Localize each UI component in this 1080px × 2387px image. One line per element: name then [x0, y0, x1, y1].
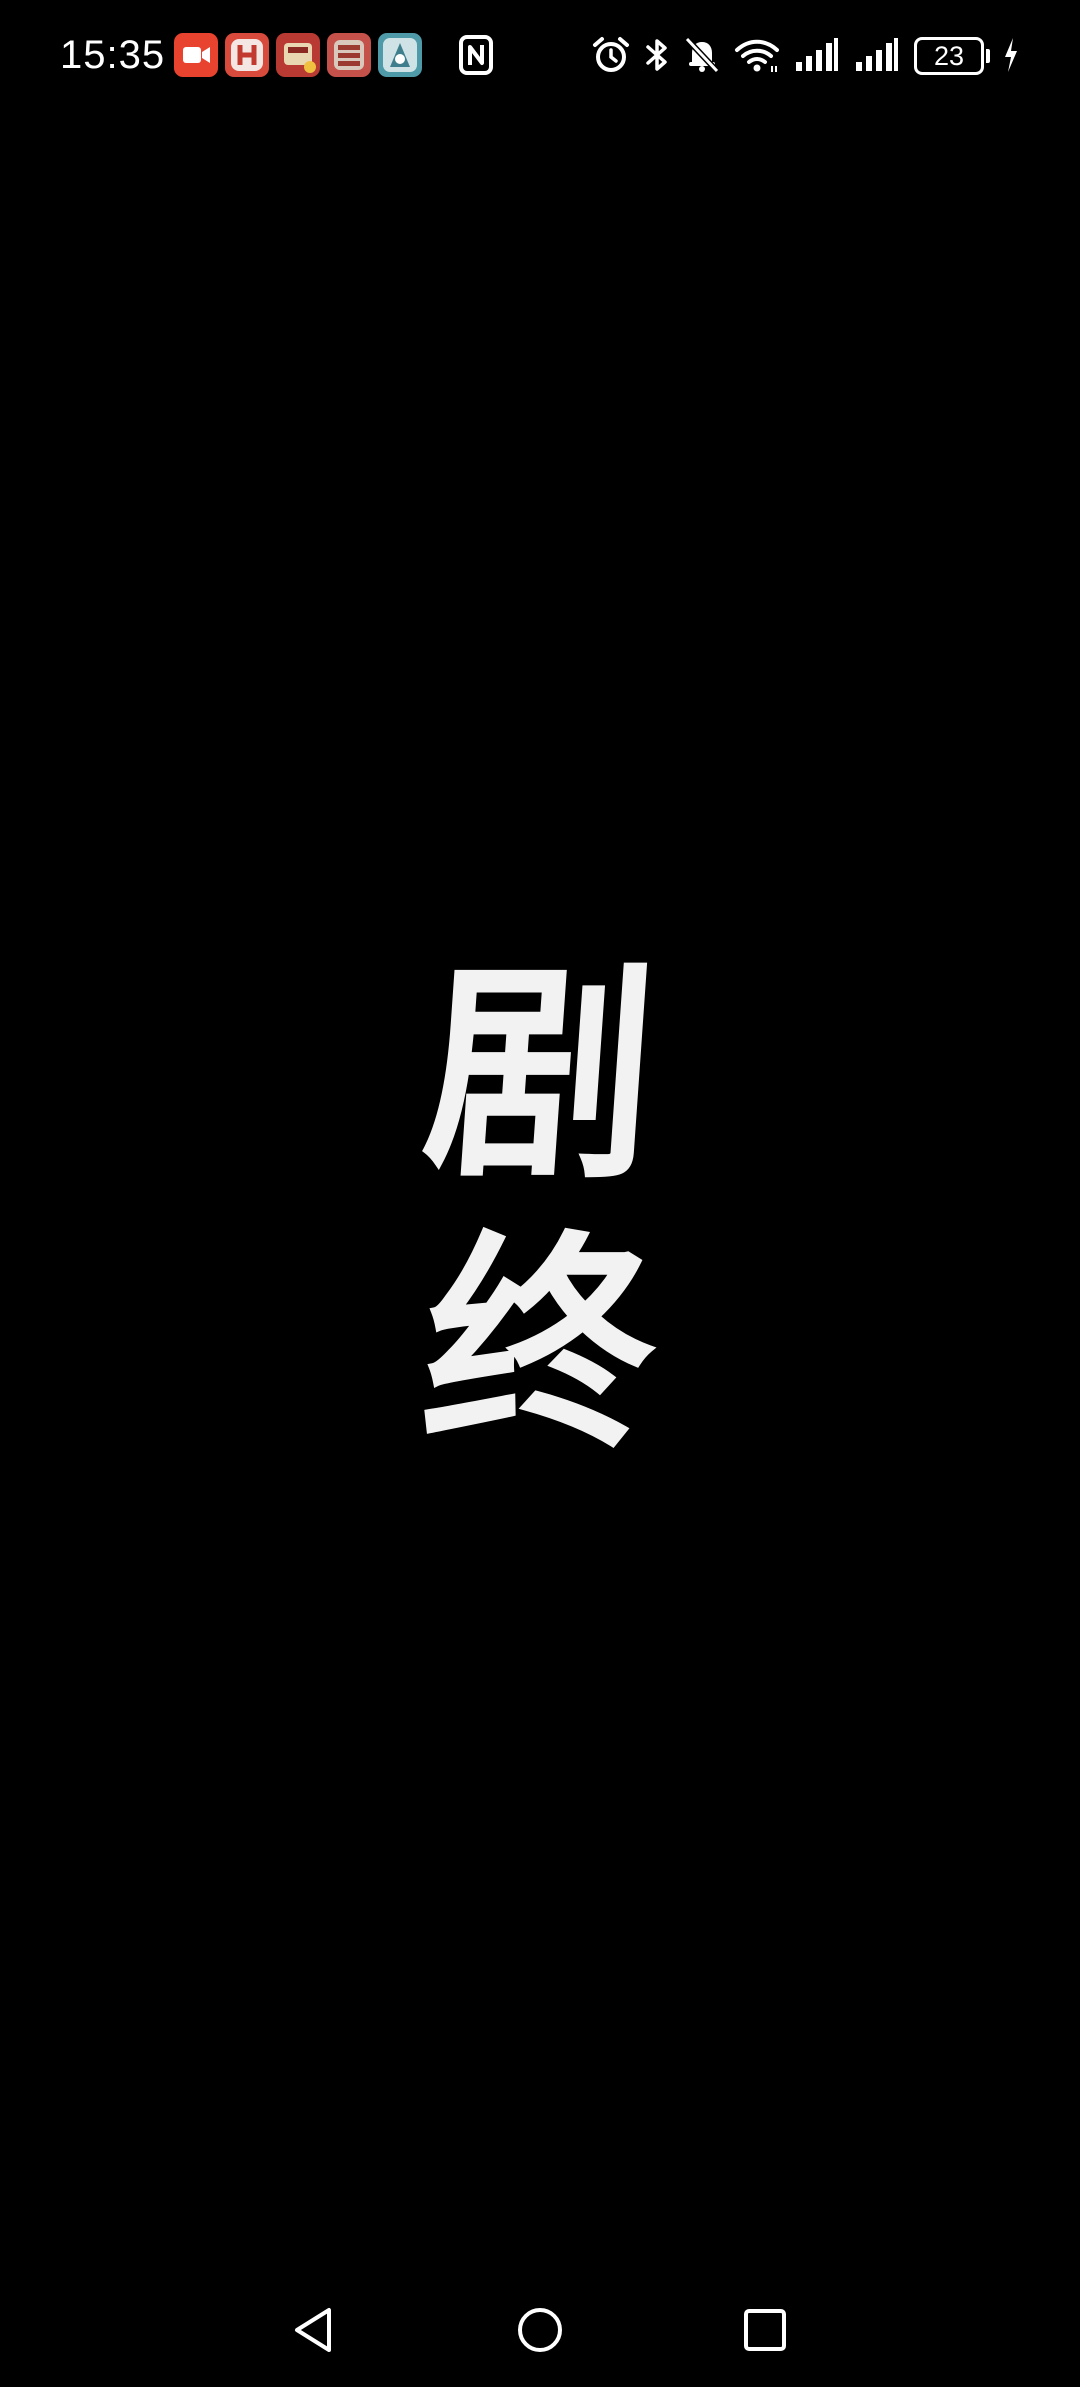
recents-button[interactable] — [735, 2300, 795, 2360]
app-notification-icon-2 — [276, 33, 320, 77]
charging-bolt-icon — [1005, 38, 1017, 72]
signal-icon-sim2 — [856, 38, 898, 71]
back-button[interactable] — [285, 2300, 345, 2360]
recents-icon — [744, 2309, 786, 2351]
screen-recorder-icon — [174, 33, 218, 77]
battery-level: 23 — [933, 41, 965, 71]
system-icons: 23 — [592, 30, 1020, 80]
app-notification-icon-1 — [225, 33, 269, 77]
notification-icons — [174, 33, 422, 77]
wifi-icon — [735, 39, 779, 72]
signal-icon-sim1 — [796, 38, 838, 71]
end-title-char-2: 终 — [415, 1210, 665, 1480]
status-time: 15:35 — [60, 33, 166, 77]
nfc-icon — [456, 33, 496, 77]
end-title: 剧 终 — [0, 940, 1080, 1480]
app-notification-icon-3 — [327, 33, 371, 77]
app-notification-icon-4 — [378, 33, 422, 77]
battery-icon: 23 — [914, 37, 990, 75]
mute-bell-icon — [684, 36, 720, 74]
navigation-bar — [0, 2280, 1080, 2380]
alarm-icon — [593, 37, 629, 72]
home-button[interactable] — [510, 2300, 570, 2360]
bluetooth-icon — [646, 39, 667, 71]
end-title-char-1: 剧 — [415, 940, 665, 1210]
home-icon — [518, 2308, 562, 2352]
status-bar: 15:35 23 — [0, 0, 1080, 110]
back-icon — [295, 2308, 331, 2352]
battery-nub — [986, 49, 990, 63]
